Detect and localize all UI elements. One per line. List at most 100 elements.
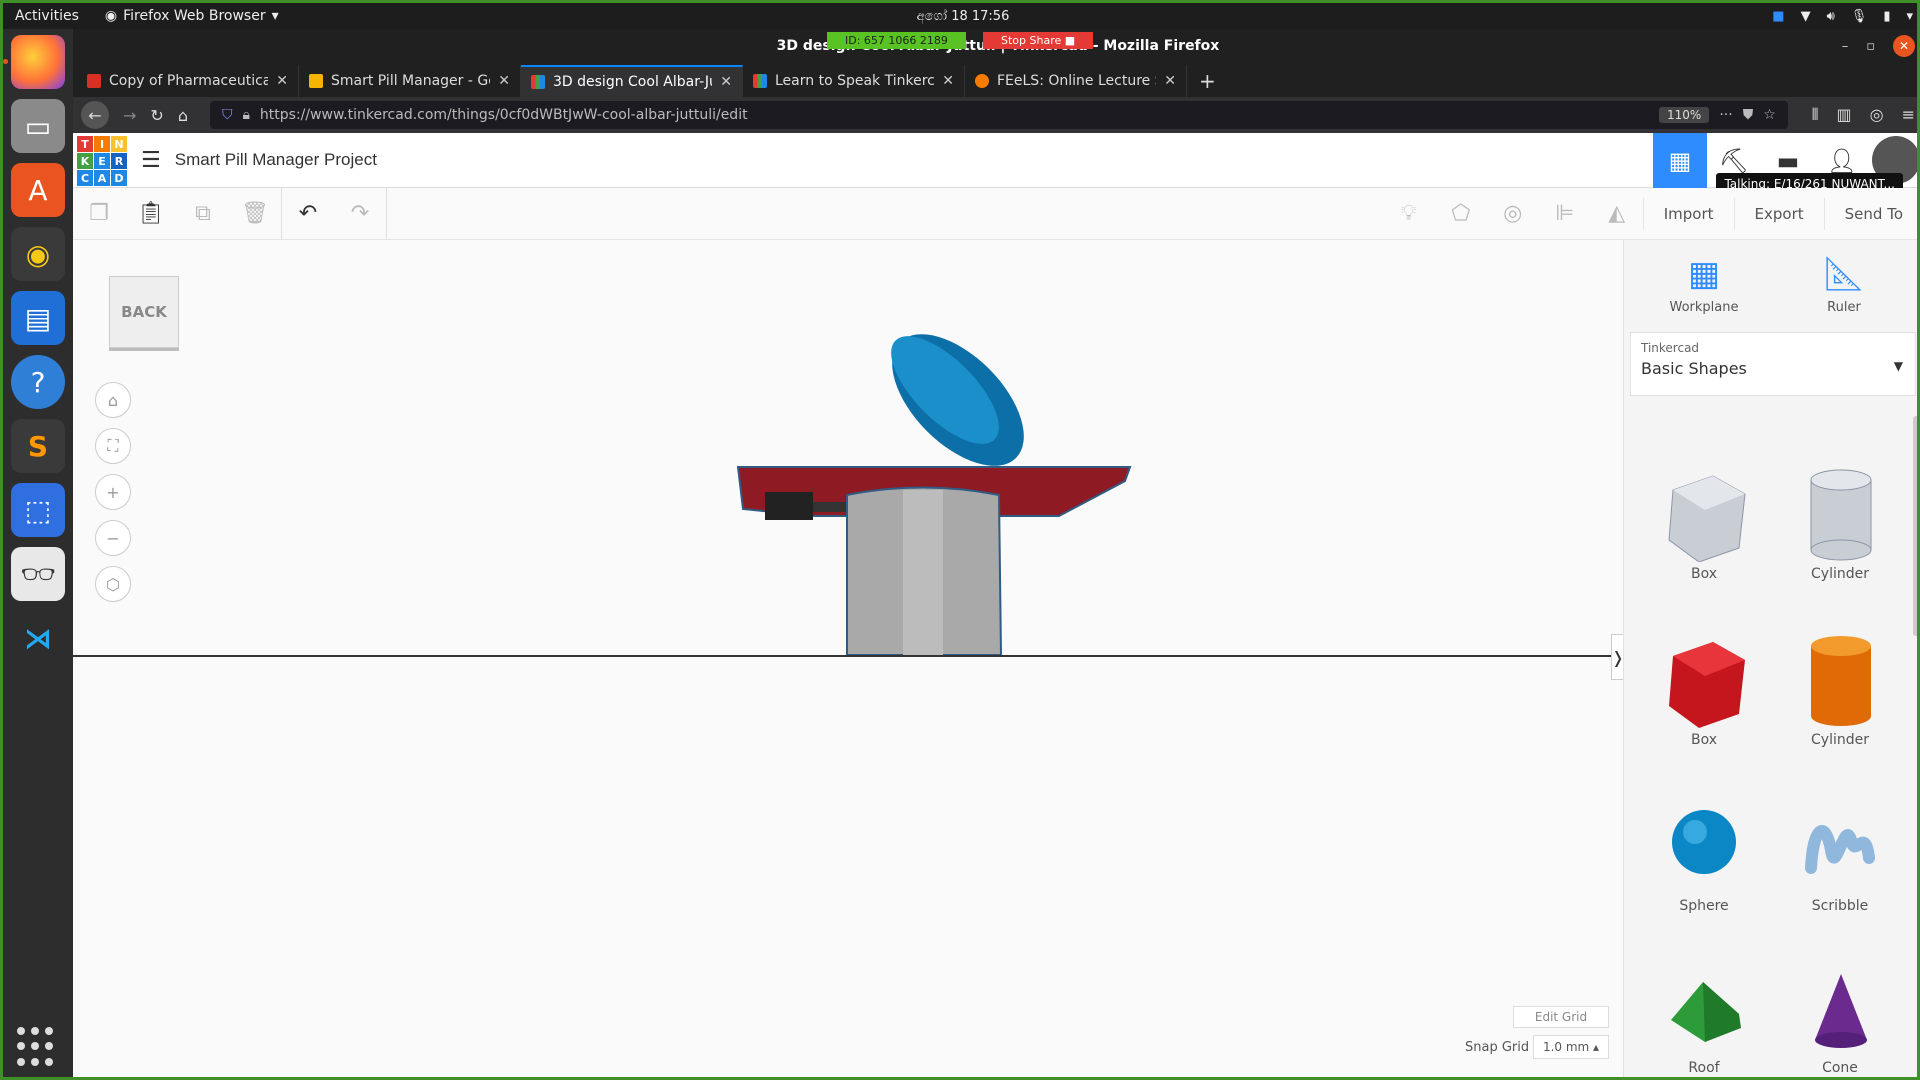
box-hole-icon: [1668, 475, 1746, 562]
dock-help[interactable]: ?: [11, 355, 65, 409]
redo-icon[interactable]: ↷: [334, 188, 386, 240]
chevron-down-icon: ▾: [271, 8, 279, 24]
close-icon[interactable]: ✕: [720, 74, 732, 90]
close-icon[interactable]: ✕: [1164, 73, 1176, 89]
close-button[interactable]: ✕: [1893, 35, 1915, 57]
shape-library-select[interactable]: Tinkercad Basic Shapes ▼: [1630, 332, 1916, 396]
shape-cylinder[interactable]: Cylinder: [1780, 632, 1900, 748]
grid-view-icon[interactable]: ▦: [1653, 133, 1707, 188]
account-icon[interactable]: ◎: [1870, 105, 1884, 125]
tab-feels[interactable]: FEeLS: Online Lecture Sc ✕: [965, 65, 1187, 97]
shape-roof[interactable]: Roof: [1644, 964, 1764, 1076]
tinkercad-header: T I N K E R C A D ☰ Smart Pill Manager P…: [73, 133, 1917, 195]
new-tab-button[interactable]: +: [1187, 65, 1228, 97]
ruler-button[interactable]: 📐︎ Ruler: [1784, 254, 1904, 315]
home-icon[interactable]: ⌂: [178, 106, 188, 125]
dock-rhythmbox[interactable]: ◉: [11, 227, 65, 281]
3d-viewport[interactable]: BACK ⌂ ⛶ + − ⬡ ❭ Edit Grid Snap Grid 1.0…: [73, 240, 1625, 1080]
scene-models[interactable]: [73, 240, 1611, 1080]
url-bar[interactable]: ⛉ 🔒︎ https://www.tinkercad.com/things/0c…: [209, 101, 1788, 129]
library-icon[interactable]: ⫴: [1812, 105, 1819, 125]
send-to-button[interactable]: Send To: [1823, 197, 1917, 230]
url-text[interactable]: https://www.tinkercad.com/things/0cf0dWB…: [260, 107, 1649, 123]
tab-learn-tinkercad[interactable]: Learn to Speak Tinkercad ✕: [743, 65, 965, 97]
bookmark-star-icon[interactable]: ☆: [1763, 107, 1776, 123]
cylinder-icon: [1811, 636, 1871, 726]
system-tray[interactable]: ■ ▼ 🔊︎ 🎙︎ ▮ ▾: [1772, 9, 1913, 24]
dock-writer[interactable]: ▤: [11, 291, 65, 345]
zoom-icon[interactable]: ■: [1772, 9, 1784, 24]
panel-scrollbar[interactable]: [1913, 416, 1917, 636]
clock[interactable]: අගෝ 18 17:56: [917, 9, 1010, 24]
shape-cylinder-striped[interactable]: Cylinder: [1780, 466, 1900, 582]
shape-scribble[interactable]: Scribble: [1780, 798, 1900, 914]
reload-icon[interactable]: ↻: [150, 106, 163, 125]
dock-sublime[interactable]: S: [11, 419, 65, 473]
activities-button[interactable]: Activities: [3, 8, 91, 24]
mirror-icon[interactable]: ◭: [1591, 188, 1643, 240]
shape-sphere[interactable]: Sphere: [1644, 798, 1764, 914]
show-applications-button[interactable]: [17, 1027, 57, 1067]
back-arrow-icon[interactable]: ←: [81, 101, 109, 129]
gmail-icon: [87, 74, 101, 88]
dock-reader[interactable]: 👓︎: [11, 547, 65, 601]
dock-files[interactable]: ▭: [11, 99, 65, 153]
toolbar-divider: [386, 187, 387, 240]
tab-label: Copy of Pharmaceutical I: [109, 73, 269, 89]
library-category: Tinkercad: [1641, 341, 1700, 355]
import-button[interactable]: Import: [1642, 197, 1734, 230]
app-name: Firefox Web Browser: [123, 8, 266, 24]
snap-grid-select[interactable]: 1.0 mm ▴: [1533, 1035, 1609, 1059]
design-list-icon[interactable]: ☰: [141, 148, 161, 173]
close-icon[interactable]: ✕: [942, 73, 954, 89]
duplicate-icon[interactable]: ⧉: [177, 188, 229, 240]
group-icon[interactable]: ⬠: [1435, 188, 1487, 240]
tab-pharmaceutical[interactable]: Copy of Pharmaceutical I ✕: [77, 65, 299, 97]
shield-icon[interactable]: ⛉: [222, 107, 233, 123]
sidebar-icon[interactable]: ▥: [1837, 105, 1852, 125]
zoom-level[interactable]: 110%: [1659, 107, 1710, 123]
align-icon[interactable]: ⊫: [1539, 188, 1591, 240]
tab-3d-design[interactable]: 3D design Cool Albar-Jut ✕: [521, 65, 743, 97]
maximize-button[interactable]: ▫: [1866, 39, 1875, 54]
dock-vscode[interactable]: ⋊: [11, 611, 65, 665]
lock-icon[interactable]: 🔒︎: [242, 107, 249, 123]
close-icon[interactable]: ✕: [498, 73, 510, 89]
chevron-down-icon: ▾: [1906, 8, 1913, 24]
roof-icon: [1671, 982, 1741, 1042]
paste-icon[interactable]: 📋︎: [125, 188, 177, 240]
stop-share-button[interactable]: Stop Share ■: [983, 32, 1094, 49]
close-icon[interactable]: ✕: [276, 73, 288, 89]
tab-smart-pill[interactable]: Smart Pill Manager - Goo ✕: [299, 65, 521, 97]
volume-icon: 🔊︎: [1826, 8, 1835, 24]
window-titlebar: 3D design Cool Albar-Juttuli | Tinkercad…: [73, 29, 1917, 63]
dock-firefox[interactable]: [3, 35, 65, 89]
light-bulb-icon[interactable]: 💡︎: [1383, 188, 1435, 240]
project-title[interactable]: Smart Pill Manager Project: [175, 150, 377, 170]
copy-icon[interactable]: ❐: [73, 188, 125, 240]
shapes-panel: ▦ Workplane 📐︎ Ruler Tinkercad Basic Sha…: [1623, 240, 1917, 1077]
shape-cone[interactable]: Cone: [1780, 964, 1900, 1076]
minimize-button[interactable]: –: [1842, 39, 1849, 54]
export-button[interactable]: Export: [1733, 197, 1824, 230]
more-icon[interactable]: ···: [1719, 107, 1732, 123]
document-icon: ▤: [24, 301, 52, 335]
ruler-label: Ruler: [1827, 300, 1861, 315]
ungroup-icon[interactable]: ◎: [1487, 188, 1539, 240]
forward-arrow-icon[interactable]: →: [123, 106, 136, 125]
tinkercad-logo[interactable]: T I N K E R C A D: [77, 136, 127, 186]
snap-grid-label: Snap Grid: [1465, 1040, 1530, 1055]
undo-icon[interactable]: ↶: [282, 188, 334, 240]
shape-box-striped[interactable]: Box: [1644, 466, 1764, 582]
dock-software[interactable]: A: [11, 163, 65, 217]
edit-grid-button[interactable]: Edit Grid: [1513, 1006, 1609, 1028]
edit-toolbar: ❐ 📋︎ ⧉ 🗑︎ ↶ ↷ 💡︎ ⬠ ◎ ⊫ ◭ Import Export S…: [73, 187, 1917, 240]
dock-screenshot[interactable]: ⬚: [11, 483, 65, 537]
shape-box[interactable]: Box: [1644, 632, 1764, 748]
pocket-icon[interactable]: ⛊: [1743, 107, 1754, 123]
hamburger-menu-icon[interactable]: ≡: [1902, 105, 1915, 125]
app-menu[interactable]: ◉ Firefox Web Browser ▾: [91, 8, 279, 24]
workplane-button[interactable]: ▦ Workplane: [1644, 254, 1764, 315]
trash-icon[interactable]: 🗑︎: [229, 188, 281, 240]
reader-icon: 👓︎: [20, 557, 56, 591]
